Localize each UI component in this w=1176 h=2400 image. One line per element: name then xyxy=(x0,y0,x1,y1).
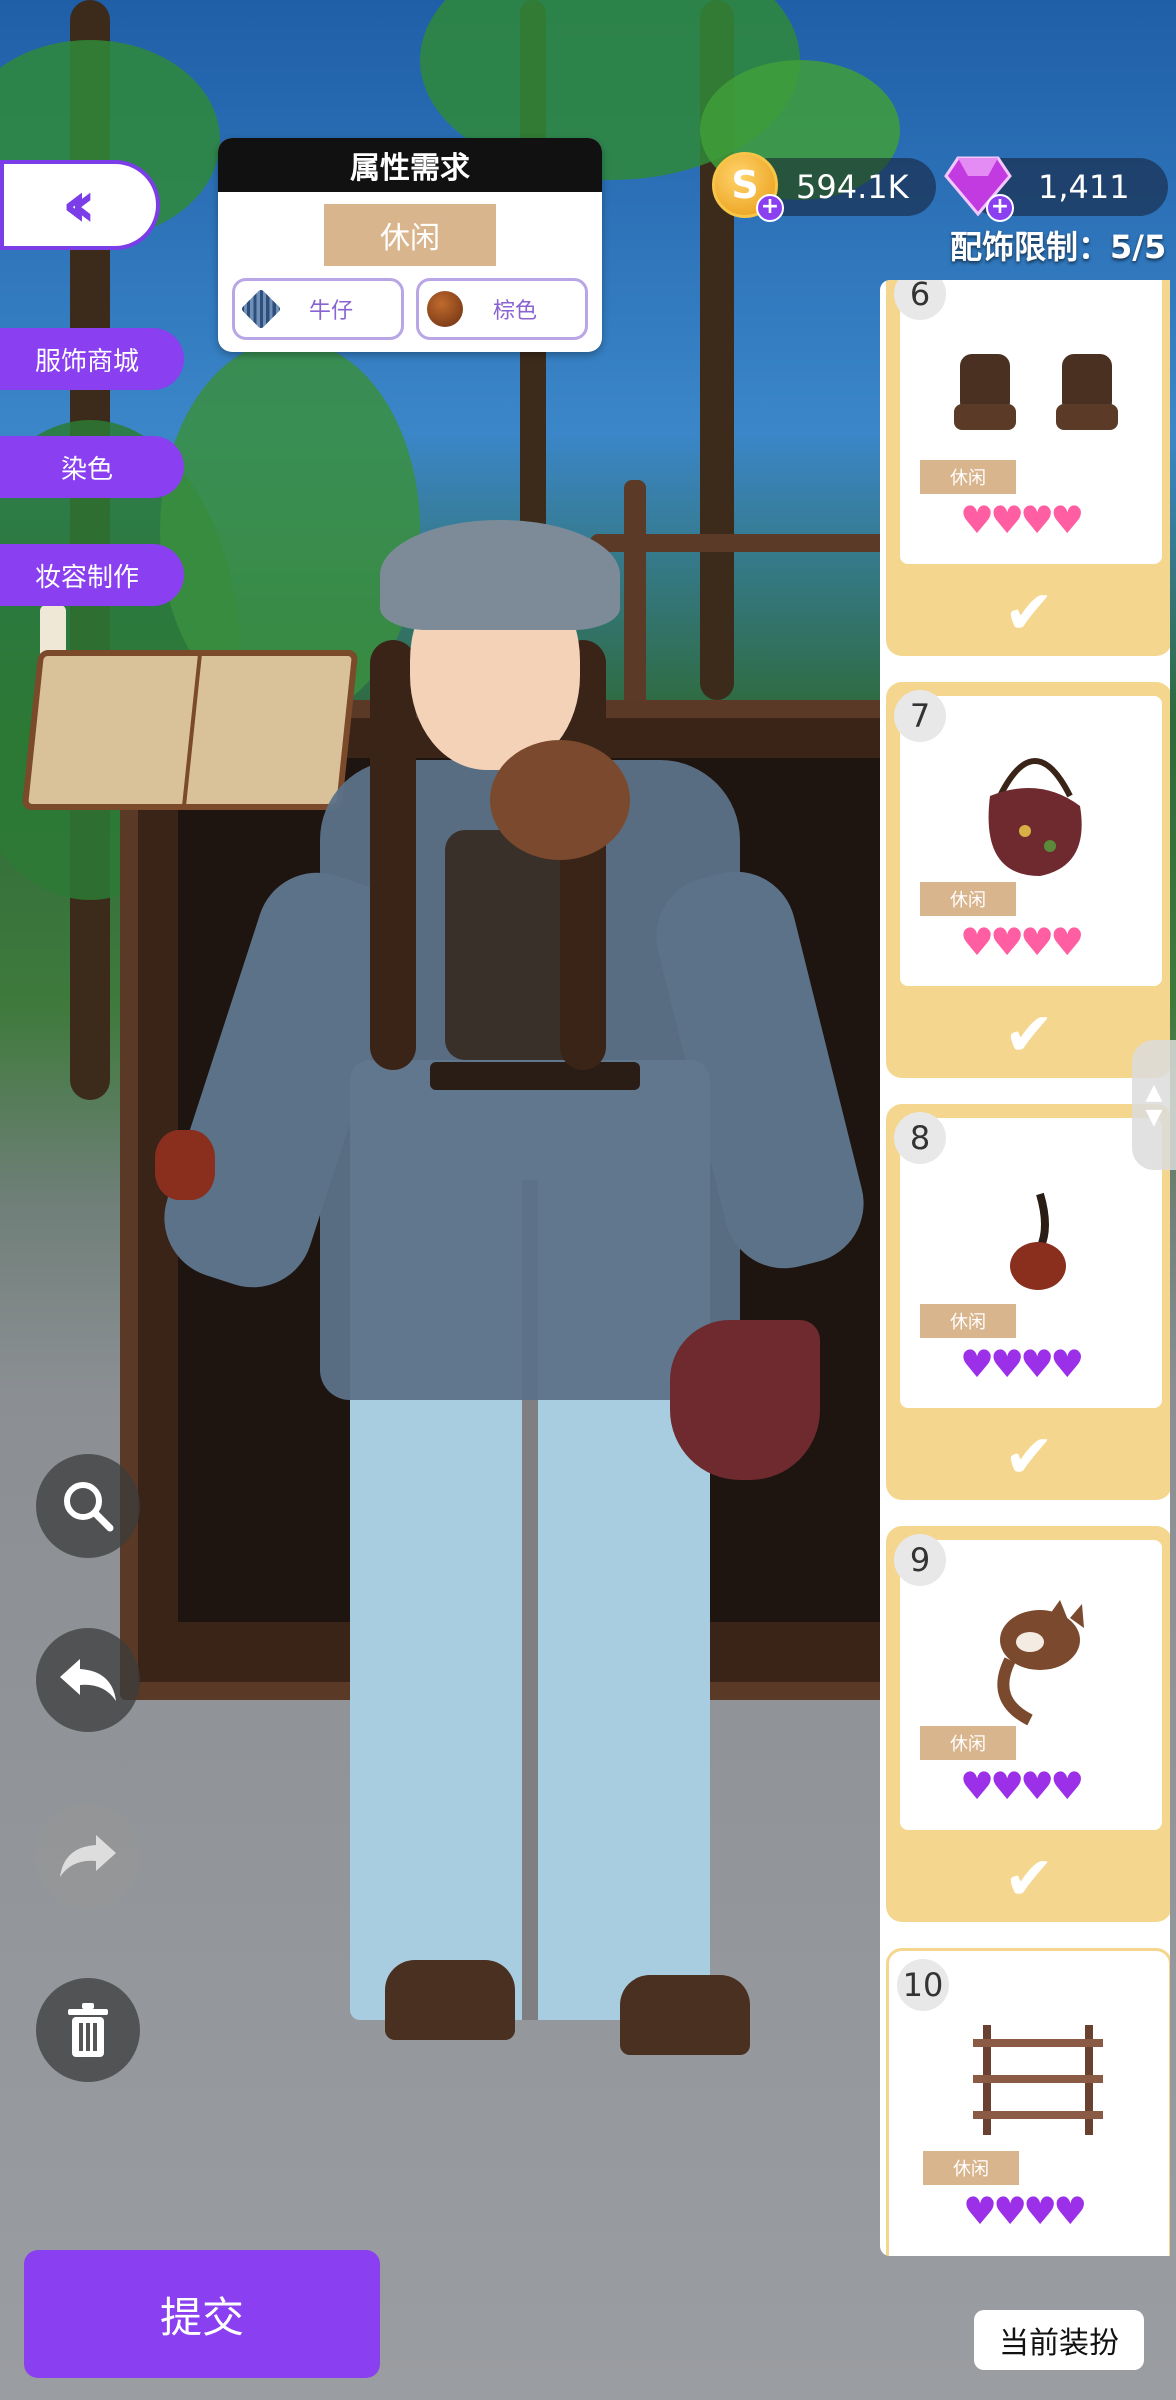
zoom-icon xyxy=(64,1482,114,1532)
requirement-chip-brown: 棕色 xyxy=(416,278,588,340)
tab-dye[interactable]: 染色 xyxy=(0,436,184,498)
item-style-tag: 休闲 xyxy=(920,882,1016,916)
rating-hearts: ♥♥♥♥ xyxy=(963,2189,1087,2233)
rating-hearts: ♥♥♥♥ xyxy=(960,1764,1084,1808)
add-coins-button[interactable]: + xyxy=(756,194,784,222)
undo-icon xyxy=(60,1659,116,1701)
denim-swatch-icon xyxy=(240,288,282,330)
arrow-down-icon: ▼ xyxy=(1145,1105,1163,1130)
chip-label: 牛仔 xyxy=(309,299,354,324)
arrow-up-icon: ▲ xyxy=(1145,1080,1163,1105)
back-button[interactable]: ‹‹ xyxy=(0,160,160,250)
wooden-shelf-icon xyxy=(973,2025,1103,2135)
cat-shoulder-pet xyxy=(490,740,630,860)
saddle-bag xyxy=(670,1320,820,1480)
check-icon: ✔ xyxy=(1003,1844,1055,1914)
add-gems-button[interactable]: + xyxy=(986,194,1014,222)
list-item[interactable]: 休闲 ♥♥♥♥ 10 xyxy=(886,1948,1170,2256)
current-outfit-button[interactable]: 当前装扮 xyxy=(974,2310,1144,2370)
tab-makeup[interactable]: 妆容制作 xyxy=(0,544,184,606)
platform-boot-left xyxy=(385,1960,515,2040)
double-chevron-left-icon: ‹‹ xyxy=(61,168,96,242)
open-book-decor xyxy=(21,650,359,810)
item-number: 7 xyxy=(894,690,946,742)
tobacco-pipe xyxy=(155,1130,215,1200)
saddle-bag-icon xyxy=(988,758,1082,876)
redo-icon xyxy=(60,1835,116,1877)
list-item[interactable]: 休闲 ♥♥♥♥ 9 ✔ xyxy=(886,1526,1170,1922)
trash-icon xyxy=(68,2003,108,2057)
item-number: 8 xyxy=(894,1112,946,1164)
delete-button[interactable] xyxy=(36,1978,140,2082)
item-style-tag: 休闲 xyxy=(920,1304,1016,1338)
cat-shoulder-pet-icon xyxy=(997,1600,1084,1726)
check-icon: ✔ xyxy=(1003,1000,1055,1070)
list-item[interactable]: 休闲 ♥♥♥♥ 6 ✔ xyxy=(886,280,1170,656)
submit-button[interactable]: 提交 xyxy=(24,2250,380,2378)
item-number: 9 xyxy=(894,1534,946,1586)
belt xyxy=(430,1062,640,1090)
item-number: 10 xyxy=(897,1959,949,2011)
gem-amount: 1,411 xyxy=(1038,168,1130,206)
requirements-title: 属性需求 xyxy=(218,138,602,192)
rating-hearts: ♥♥♥♥ xyxy=(960,498,1084,542)
list-item[interactable]: 休闲 ♥♥♥♥ 7 ✔ xyxy=(886,682,1170,1078)
denim-cap xyxy=(380,520,620,630)
item-list[interactable]: 休闲 ♥♥♥♥ 6 ✔ 休闲 ♥♥♥♥ 7 ✔ 休闲 ♥♥♥♥ 8 ✔ 休闲 ♥… xyxy=(880,280,1170,2256)
rating-hearts: ♥♥♥♥ xyxy=(960,1342,1084,1386)
redo-button[interactable] xyxy=(36,1804,140,1908)
item-style-tag: 休闲 xyxy=(923,2151,1019,2185)
zoom-button[interactable] xyxy=(36,1454,140,1558)
style-tag: 休闲 xyxy=(324,204,496,266)
undo-button[interactable] xyxy=(36,1628,140,1732)
check-icon: ✔ xyxy=(1003,1422,1055,1492)
platform-boot-right xyxy=(620,1975,750,2055)
chip-label: 棕色 xyxy=(493,299,538,324)
accessory-limit: 配饰限制：5/5 xyxy=(950,228,1167,266)
list-item[interactable]: 休闲 ♥♥♥♥ 8 ✔ xyxy=(886,1104,1170,1500)
requirement-chip-denim: 牛仔 xyxy=(232,278,404,340)
rating-hearts: ♥♥♥♥ xyxy=(960,920,1084,964)
coin-amount: 594.1K xyxy=(796,168,909,206)
tab-clothing-shop[interactable]: 服饰商城 xyxy=(0,328,184,390)
tobacco-pipe-icon xyxy=(1010,1192,1066,1290)
platform-boots-icon xyxy=(954,354,1118,430)
brown-color-icon xyxy=(427,291,463,327)
list-scroll-handle[interactable]: ▲ ▼ xyxy=(1132,1040,1176,1170)
item-style-tag: 休闲 xyxy=(920,1726,1016,1760)
check-icon: ✔ xyxy=(1003,578,1055,648)
item-style-tag: 休闲 xyxy=(920,460,1016,494)
requirements-panel: 属性需求 休闲 牛仔 棕色 xyxy=(218,138,602,352)
